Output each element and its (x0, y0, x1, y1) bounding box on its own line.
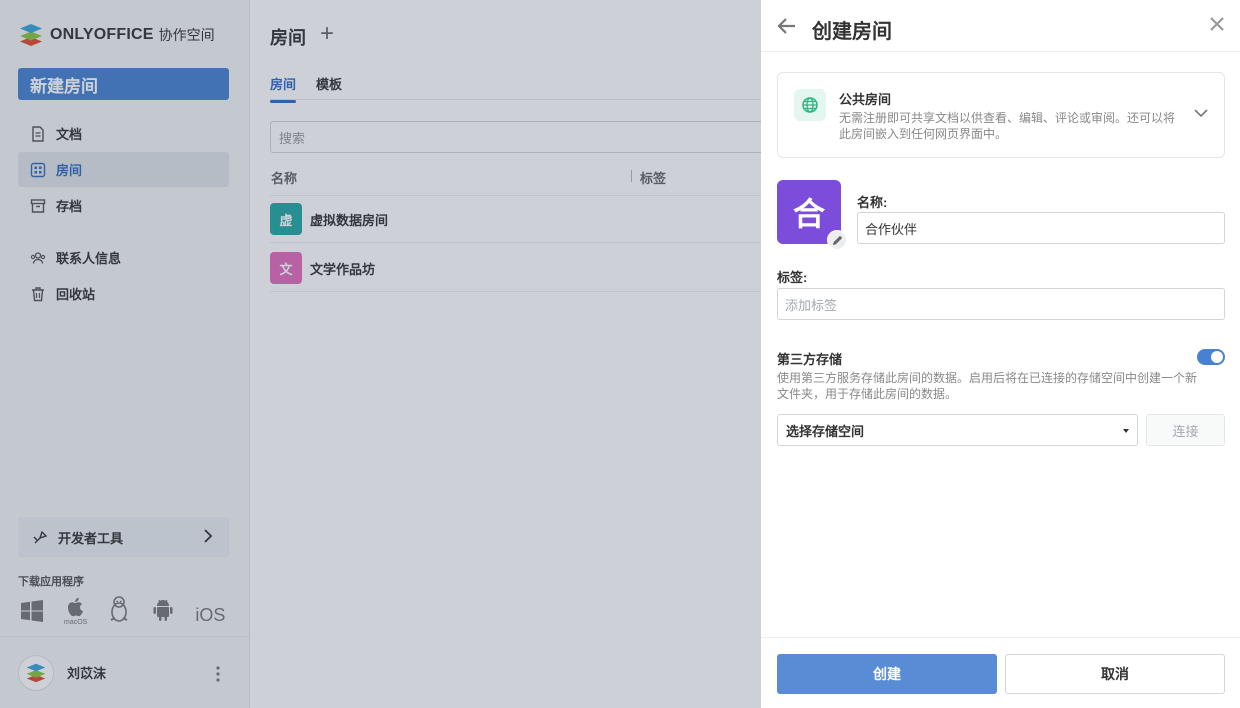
room-type-description: 无需注册即可共享文档以供查看、编辑、评论或审阅。还可以将此房间嵌入到任何网页界面… (839, 111, 1176, 141)
panel-title: 创建房间 (812, 21, 892, 43)
edit-logo-button[interactable] (827, 230, 847, 250)
connect-button[interactable]: 连接 (1146, 414, 1225, 446)
panel-footer-divider (761, 637, 1240, 638)
create-button[interactable]: 创建 (777, 654, 997, 694)
room-type-selector[interactable]: 公共房间 无需注册即可共享文档以供查看、编辑、评论或审阅。还可以将此房间嵌入到任… (777, 72, 1225, 158)
create-room-panel: 创建房间 公共房间 无需注册即可共享文档以供查看、编辑、评论或审阅。还可以将此房… (761, 0, 1240, 708)
panel-header-divider (761, 51, 1240, 52)
storage-title: 第三方存储 (777, 352, 843, 367)
chevron-down-icon (1194, 109, 1208, 118)
third-party-storage-toggle[interactable] (1197, 349, 1225, 365)
storage-select-value: 选择存储空间 (786, 423, 865, 439)
room-type-title: 公共房间 (839, 92, 892, 107)
storage-select[interactable]: 选择存储空间 (777, 414, 1138, 446)
back-arrow-icon[interactable] (777, 16, 797, 36)
caret-down-icon (1123, 429, 1129, 433)
tags-input[interactable]: 添加标签 (777, 288, 1225, 320)
close-icon[interactable] (1210, 17, 1224, 31)
name-label: 名称: (857, 195, 888, 210)
room-name-input[interactable]: 合作伙伴 (857, 212, 1225, 244)
public-room-icon (794, 89, 826, 121)
storage-description: 使用第三方服务存储此房间的数据。启用后将在已连接的存储空间中创建一个新文件夹，用… (777, 371, 1198, 401)
tags-label: 标签: (777, 270, 808, 285)
modal-backdrop[interactable] (0, 0, 761, 708)
cancel-button[interactable]: 取消 (1005, 654, 1225, 694)
pencil-icon (832, 235, 842, 245)
